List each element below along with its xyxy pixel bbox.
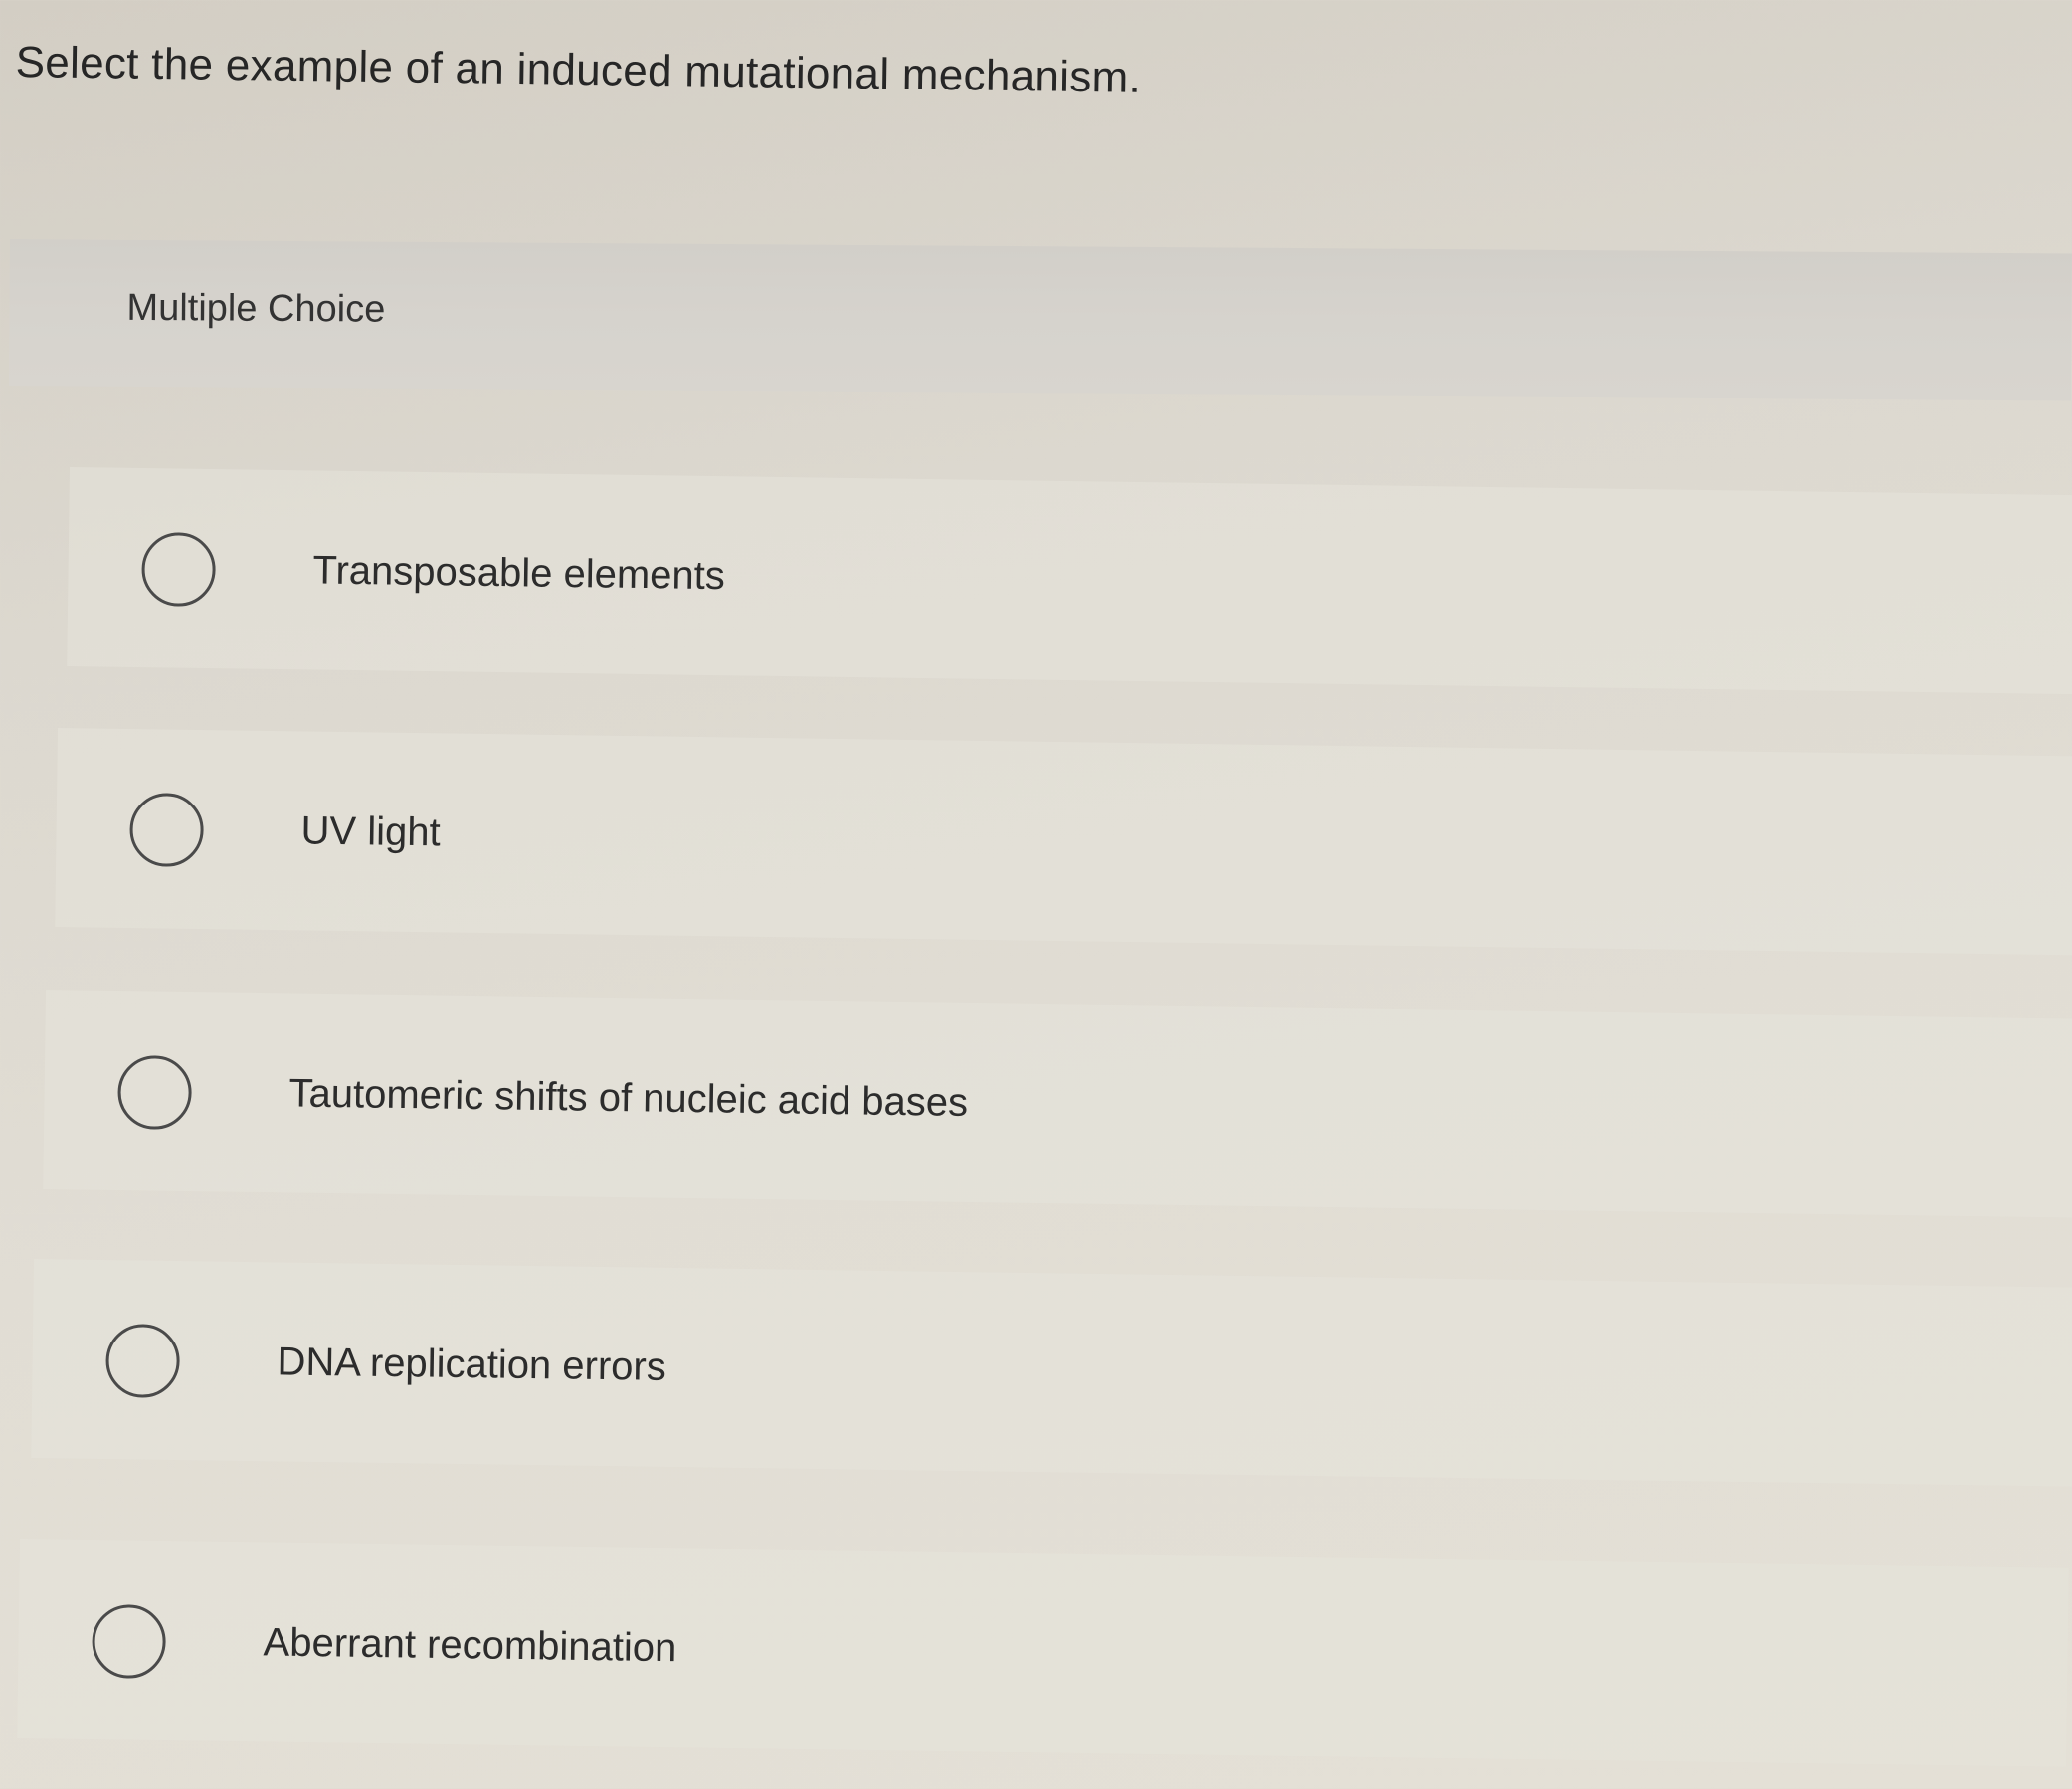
multiple-choice-label: Multiple Choice [126, 286, 386, 331]
multiple-choice-header: Multiple Choice [8, 239, 2072, 401]
option-transposable-elements[interactable]: Transposable elements [67, 467, 2072, 695]
option-tautomeric-shifts[interactable]: Tautomeric shifts of nucleic acid bases [43, 990, 2072, 1218]
option-label: Transposable elements [312, 548, 726, 599]
option-dna-replication-errors[interactable]: DNA replication errors [31, 1259, 2072, 1487]
radio-button[interactable] [117, 1055, 193, 1131]
radio-button[interactable] [129, 793, 205, 868]
question-text: Select the example of an induced mutatio… [15, 38, 1142, 102]
radio-button[interactable] [92, 1604, 167, 1680]
option-label: Aberrant recombination [263, 1620, 677, 1671]
option-aberrant-recombination[interactable]: Aberrant recombination [17, 1539, 2069, 1767]
radio-button[interactable] [105, 1324, 181, 1399]
option-label: Tautomeric shifts of nucleic acid bases [288, 1071, 969, 1125]
option-label: DNA replication errors [277, 1340, 667, 1389]
option-label: UV light [300, 808, 441, 855]
option-uv-light[interactable]: UV light [55, 728, 2072, 956]
radio-button[interactable] [141, 532, 217, 608]
